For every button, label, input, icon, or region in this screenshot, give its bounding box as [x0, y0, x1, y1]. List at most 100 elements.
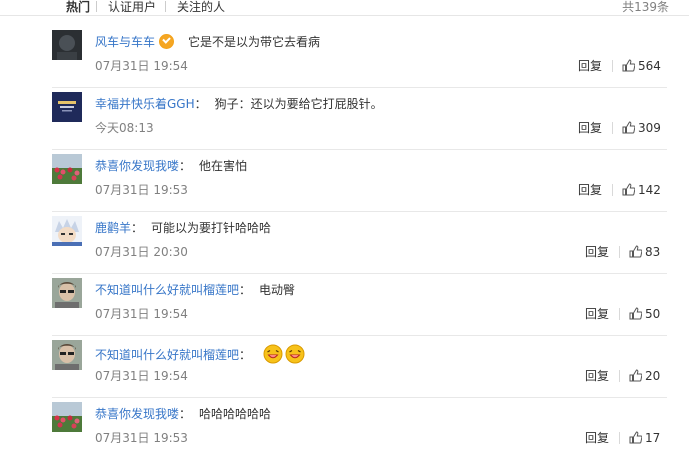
comment-text: 哈哈哈哈哈哈	[199, 407, 272, 421]
comment-time: 07月31日 19:54	[95, 307, 188, 321]
colon: ：	[194, 97, 207, 111]
action-divider	[619, 246, 620, 258]
like-count: 17	[645, 431, 661, 445]
like-count: 142	[638, 183, 661, 197]
avatar-person-sunglasses-icon	[52, 340, 82, 370]
comment-username[interactable]: 不知道叫什么好就叫榴莲吧	[95, 348, 239, 362]
colon: ：	[239, 283, 252, 297]
comment-tabs: 热门 认证用户 关注的人 共139条	[0, 0, 689, 16]
avatar[interactable]	[52, 92, 82, 122]
comment-username[interactable]: 鹿鹳羊	[95, 221, 131, 235]
thumbs-up-icon	[629, 245, 642, 258]
comment-time: 07月31日 19:54	[95, 369, 188, 383]
comment-time: 今天08:13	[95, 121, 154, 135]
action-divider	[612, 122, 613, 134]
avatar[interactable]	[52, 278, 82, 308]
like-button[interactable]: 20	[629, 369, 660, 383]
reply-button[interactable]: 回复	[585, 431, 609, 445]
comment-item: 不知道叫什么好就叫榴莲吧： 电动臀 07月31日 19:54 回复 50	[52, 274, 667, 336]
reply-button[interactable]: 回复	[578, 121, 602, 135]
comment-line: 鹿鹳羊： 可能以为要打针哈哈哈	[95, 220, 271, 236]
action-divider	[619, 308, 620, 320]
comment-item: 幸福并快乐着GGH： 狗子：还以为要给它打屁股针。 今天08:13 回复 309	[52, 88, 667, 150]
like-button[interactable]: 564	[622, 59, 661, 73]
thumbs-up-icon	[622, 121, 635, 134]
thumbs-up-icon	[629, 369, 642, 382]
comment-item: 恭喜你发现我喽： 他在害怕 07月31日 19:53 回复 142	[52, 150, 667, 212]
comment-username[interactable]: 恭喜你发现我喽	[95, 407, 179, 421]
like-button[interactable]: 309	[622, 121, 661, 135]
comment-username[interactable]: 幸福并快乐着GGH	[95, 97, 195, 111]
reply-button[interactable]: 回复	[578, 183, 602, 197]
reply-button[interactable]: 回复	[585, 307, 609, 321]
avatar-tulip-field-icon	[52, 402, 82, 432]
comment-time: 07月31日 19:53	[95, 431, 188, 445]
like-button[interactable]: 142	[622, 183, 661, 197]
thumbs-up-icon	[622, 183, 635, 196]
comment-time: 07月31日 19:54	[95, 59, 188, 73]
reply-button[interactable]: 回复	[585, 369, 609, 383]
action-divider	[619, 432, 620, 444]
avatar[interactable]	[52, 340, 82, 370]
comment-item: 恭喜你发现我喽： 哈哈哈哈哈哈 07月31日 19:53 回复 17	[52, 398, 667, 450]
avatar[interactable]	[52, 30, 82, 60]
action-divider	[612, 60, 613, 72]
comment-line: 恭喜你发现我喽： 哈哈哈哈哈哈	[95, 406, 271, 422]
like-count: 309	[638, 121, 661, 135]
like-count: 20	[645, 369, 661, 383]
comment-item: 鹿鹳羊： 可能以为要打针哈哈哈 07月31日 20:30 回复 83	[52, 212, 667, 274]
comment-line: 恭喜你发现我喽： 他在害怕	[95, 158, 247, 174]
tab-divider	[165, 1, 166, 12]
avatar[interactable]	[52, 154, 82, 184]
colon: ：	[239, 348, 252, 362]
avatar-dark-portrait-icon	[52, 30, 82, 60]
comment-item: 不知道叫什么好就叫榴莲吧： 07月31日 19:54 回复 20	[52, 336, 667, 398]
comment-item: 风车与车车 它是不是以为带它去看病 07月31日 19:54 回复 564	[52, 26, 667, 88]
tab-verified-users[interactable]: 认证用户	[108, 0, 156, 14]
comment-total-count: 共139条	[622, 0, 669, 14]
comment-text: 狗子：还以为要给它打屁股针。	[214, 97, 383, 111]
like-count: 83	[645, 245, 661, 259]
colon: ：	[131, 221, 144, 235]
action-divider	[619, 370, 620, 382]
comment-username[interactable]: 风车与车车	[95, 35, 155, 49]
like-button[interactable]: 17	[629, 431, 660, 445]
comment-username[interactable]: 不知道叫什么好就叫榴莲吧	[95, 283, 239, 297]
avatar-navy-card-icon	[52, 92, 82, 122]
avatar-tulip-field-icon	[52, 154, 82, 184]
reply-button[interactable]: 回复	[578, 59, 602, 73]
avatar[interactable]	[52, 216, 82, 246]
like-count: 564	[638, 59, 661, 73]
comment-panel: 热门 认证用户 关注的人 共139条 风车与车车 它是不是以为带它去看病 07月3…	[0, 0, 689, 450]
action-divider	[612, 184, 613, 196]
thumbs-up-icon	[629, 431, 642, 444]
reply-button[interactable]: 回复	[585, 245, 609, 259]
avatar[interactable]	[52, 402, 82, 432]
thumbs-up-icon	[622, 59, 635, 72]
comment-text: 电动臀	[259, 283, 296, 297]
comment-line: 不知道叫什么好就叫榴莲吧：	[95, 344, 307, 364]
comment-username[interactable]: 恭喜你发现我喽	[95, 159, 179, 173]
comment-text	[259, 344, 307, 364]
laughing-emoji-icon	[285, 344, 305, 364]
comment-text: 可能以为要打针哈哈哈	[151, 221, 272, 235]
colon: ：	[179, 159, 192, 173]
tab-hot[interactable]: 热门	[66, 0, 90, 14]
comment-line: 不知道叫什么好就叫榴莲吧： 电动臀	[95, 282, 295, 298]
tab-divider	[96, 1, 97, 12]
verified-badge-icon[interactable]	[159, 34, 175, 49]
laughing-emoji-icon	[263, 344, 283, 364]
like-button[interactable]: 50	[629, 307, 660, 321]
comment-text: 它是不是以为带它去看病	[188, 35, 321, 49]
comment-line: 风车与车车 它是不是以为带它去看病	[95, 34, 320, 50]
comment-text: 他在害怕	[199, 159, 248, 173]
comment-line: 幸福并快乐着GGH： 狗子：还以为要给它打屁股针。	[95, 96, 383, 112]
like-count: 50	[645, 307, 661, 321]
comment-time: 07月31日 19:53	[95, 183, 188, 197]
thumbs-up-icon	[629, 307, 642, 320]
tab-following[interactable]: 关注的人	[177, 0, 225, 14]
colon: ：	[179, 407, 192, 421]
avatar-anime-character-icon	[52, 216, 82, 246]
like-button[interactable]: 83	[629, 245, 660, 259]
avatar-person-sunglasses-icon	[52, 278, 82, 308]
